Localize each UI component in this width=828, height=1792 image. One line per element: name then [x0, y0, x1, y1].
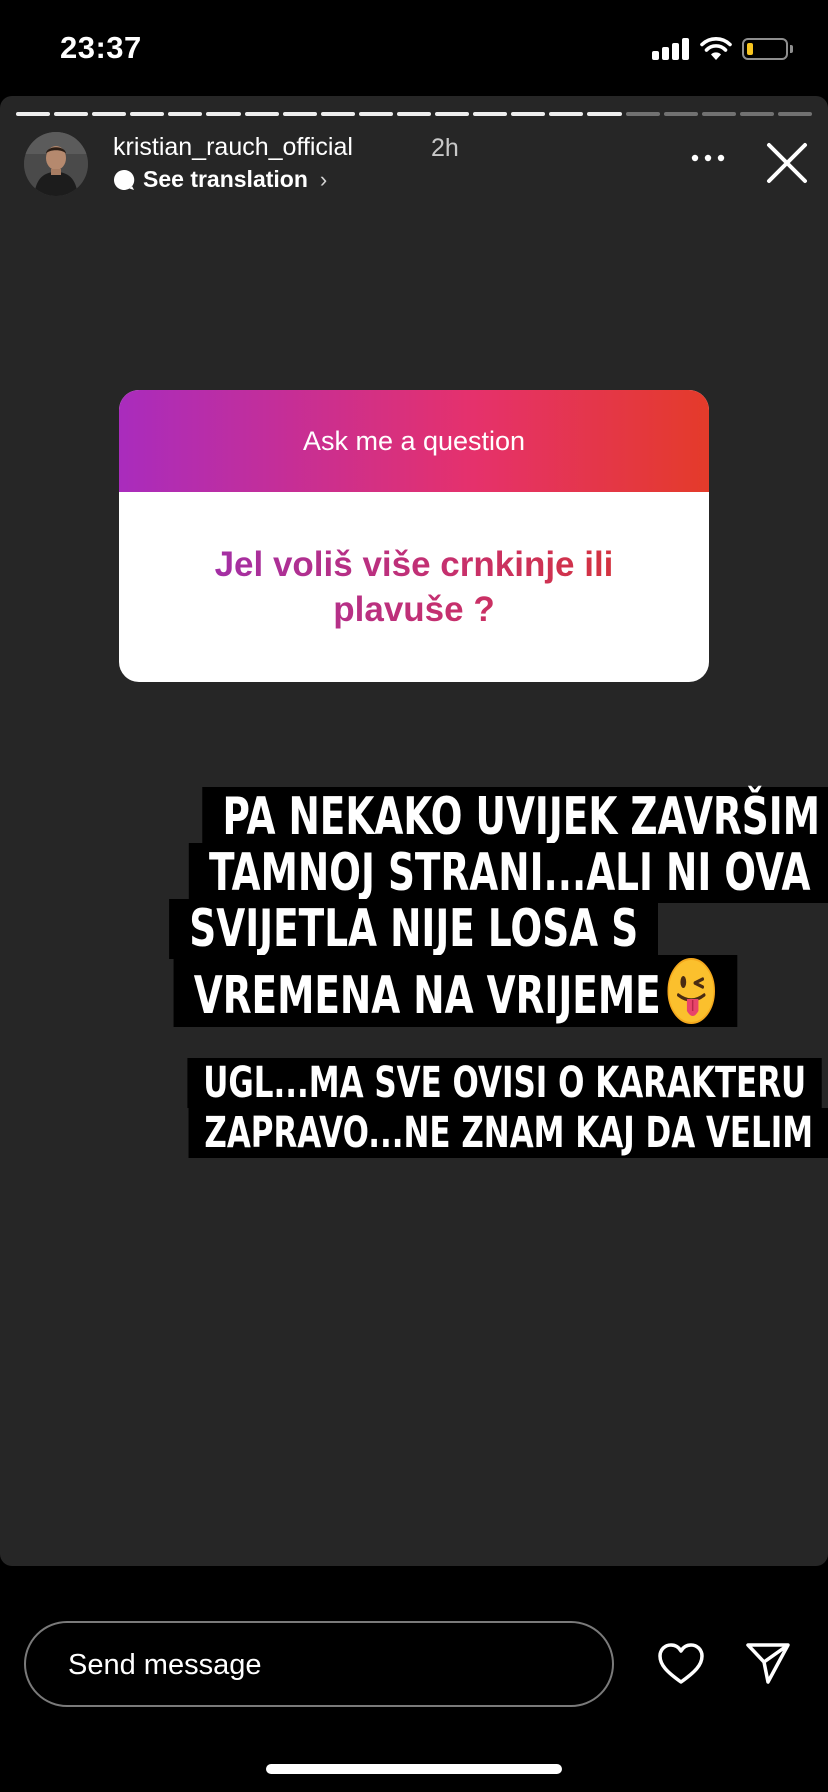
story-progress-segment	[587, 112, 622, 116]
cellular-signal-icon	[652, 38, 692, 60]
heart-icon[interactable]	[657, 1642, 705, 1686]
story-progress-segment	[663, 112, 698, 116]
battery-icon	[742, 38, 788, 60]
battery-level	[747, 43, 753, 55]
caption-line-with-emoji: VREMENA NA VRIJEME	[173, 955, 738, 1027]
caption-line: UGL...MA SVE OVISI O KARAKTERU	[187, 1058, 823, 1108]
home-indicator	[266, 1764, 562, 1774]
story-caption-2: UGL...MA SVE OVISI O KARAKTERU ZAPRAVO..…	[64, 1058, 828, 1158]
send-message-placeholder: Send message	[68, 1649, 262, 1681]
caption-line: TAMNOJ STRANI...ALI NI OVA	[188, 843, 828, 903]
status-time: 23:37	[60, 30, 142, 65]
story-progress-segment	[701, 112, 736, 116]
close-icon[interactable]	[765, 141, 809, 185]
story-progress-segment	[358, 112, 393, 116]
question-sticker-body: Jel voliš više crnkinje ili plavuše ?	[119, 492, 709, 682]
story-progress-segment	[396, 112, 432, 116]
see-translation-link[interactable]: See translation ›	[113, 166, 327, 193]
question-sticker[interactable]: Ask me a question Jel voliš više crnkinj…	[119, 390, 709, 682]
question-text: Jel voliš više crnkinje ili plavuše ?	[159, 542, 669, 633]
story-progress-segment	[549, 112, 584, 116]
story-progress-bar	[16, 112, 812, 116]
winking-face-with-tongue-icon	[667, 958, 715, 1024]
story-canvas[interactable]: kristian_rauch_official 2h See translati…	[0, 96, 828, 1566]
story-time-ago: 2h	[431, 134, 459, 162]
caption-line: VREMENA NA VRIJEME	[193, 966, 661, 1026]
story-progress-segment	[54, 112, 89, 116]
story-caption-1: PA NEKAKO UVIJEK ZAVRŠIM NA TAMNOJ STRAN…	[64, 787, 828, 1027]
avatar[interactable]	[24, 132, 88, 196]
story-progress-segment	[739, 112, 774, 116]
story-progress-segment	[777, 112, 812, 116]
send-message-input[interactable]: Send message	[24, 1621, 614, 1707]
story-progress-segment	[511, 112, 546, 116]
translate-bubble-icon	[114, 169, 135, 190]
caption-line: PA NEKAKO UVIJEK ZAVRŠIM NA	[202, 787, 828, 847]
story-progress-segment	[282, 112, 317, 116]
battery-nub	[790, 45, 793, 53]
story-progress-segment	[473, 112, 508, 116]
story-progress-segment	[92, 112, 127, 116]
story-progress-segment	[320, 112, 355, 116]
caption-line: ZAPRAVO...NE ZNAM KAJ DA VELIM	[188, 1108, 828, 1158]
question-sticker-title: Ask me a question	[302, 425, 526, 456]
question-sticker-header: Ask me a question	[119, 390, 709, 492]
story-progress-segment	[130, 112, 165, 116]
wifi-icon	[700, 37, 732, 60]
story-username[interactable]: kristian_rauch_official	[113, 133, 353, 162]
story-progress-segment	[206, 112, 241, 116]
more-options-icon[interactable]	[690, 153, 726, 163]
send-icon[interactable]	[745, 1640, 791, 1686]
story-progress-segment	[16, 112, 51, 116]
story-progress-segment	[435, 112, 470, 116]
caption-line: SVIJETLA NIJE LOSA S	[169, 899, 659, 959]
avatar-photo	[24, 132, 88, 196]
chevron-right-icon: ›	[319, 166, 328, 192]
story-progress-segment	[244, 112, 279, 116]
story-progress-segment	[168, 112, 203, 116]
see-translation-label: See translation	[143, 166, 308, 192]
story-progress-segment	[625, 112, 660, 116]
